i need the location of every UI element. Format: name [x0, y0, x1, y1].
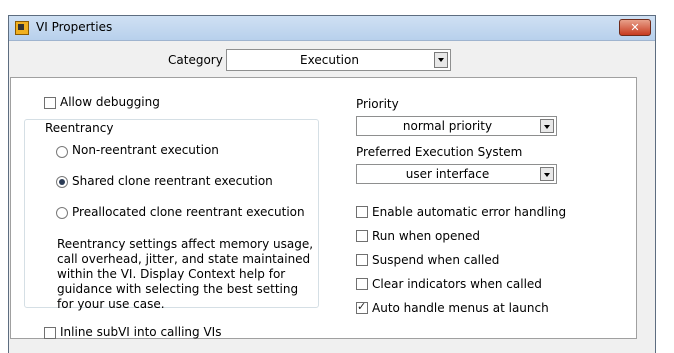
chevron-down-icon[interactable]	[540, 119, 554, 133]
shared-clone-radio[interactable]	[56, 176, 68, 188]
priority-select[interactable]: normal priority	[356, 116, 557, 136]
reentrancy-group-label: Reentrancy	[43, 121, 116, 135]
chevron-down-icon[interactable]	[540, 167, 554, 181]
auto-error-handling-label: Enable automatic error handling	[372, 205, 567, 219]
exec-system-label: Preferred Execution System	[356, 145, 523, 159]
allow-debugging-label: Allow debugging	[60, 95, 160, 109]
priority-value: normal priority	[402, 119, 493, 133]
exec-system-value: user interface	[405, 167, 490, 181]
auto-error-handling-checkbox[interactable]	[356, 206, 368, 218]
run-when-opened-label: Run when opened	[372, 229, 480, 243]
non-reentrant-radio[interactable]	[56, 146, 68, 158]
inline-subvi-label: Inline subVI into calling VIs	[60, 325, 222, 339]
category-select[interactable]: Execution	[226, 49, 451, 71]
priority-label: Priority	[356, 97, 399, 111]
category-value: Execution	[300, 53, 359, 67]
window-title: VI Properties	[36, 20, 113, 34]
shared-clone-label: Shared clone reentrant execution	[72, 174, 273, 188]
chevron-down-icon[interactable]	[434, 52, 448, 68]
reentrancy-help-text: Reentrancy settings affect memory usage,…	[57, 237, 314, 311]
auto-handle-menus-checkbox[interactable]	[356, 300, 368, 314]
run-when-opened-checkbox[interactable]	[356, 230, 368, 242]
clear-indicators-checkbox[interactable]	[356, 278, 368, 290]
allow-debugging-checkbox[interactable]	[44, 97, 56, 109]
clear-indicators-label: Clear indicators when called	[372, 277, 542, 291]
exec-system-select[interactable]: user interface	[356, 164, 557, 184]
auto-handle-menus-label: Auto handle menus at launch	[372, 301, 549, 315]
inline-subvi-checkbox[interactable]	[44, 327, 56, 339]
non-reentrant-label: Non-reentrant execution	[72, 143, 219, 157]
title-bar: VI Properties ✕	[9, 16, 655, 41]
close-button[interactable]: ✕	[619, 19, 651, 36]
preallocated-clone-label: Preallocated clone reentrant execution	[72, 205, 305, 219]
labview-app-icon	[15, 21, 29, 35]
suspend-when-called-checkbox[interactable]	[356, 254, 368, 266]
preallocated-clone-radio[interactable]	[56, 207, 68, 219]
suspend-when-called-label: Suspend when called	[372, 253, 500, 267]
category-label: Category	[168, 53, 223, 67]
